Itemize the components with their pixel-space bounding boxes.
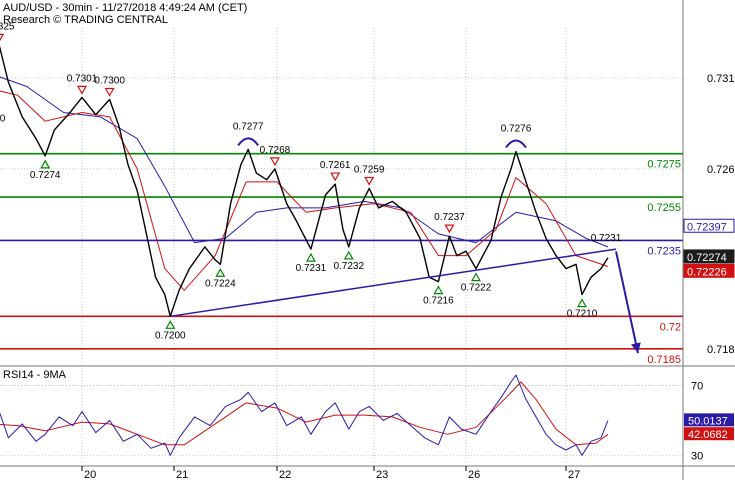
level-label: 0.72 [660,321,681,333]
price-tick-label: 0.7185 [707,344,735,356]
price-tag-label: 0.72397 [687,221,727,233]
level-label: 0.7275 [647,159,681,171]
pivot-labels: 0.73250.73000.73010.73000.72740.72770.72… [0,21,622,341]
trendline [170,248,617,318]
price-tick-label: 0.7268 [707,164,735,176]
forecast-arrow-shaft [615,251,639,354]
pivot-label: 0.7222 [461,283,492,294]
rsi-tag-label: 50.0137 [688,415,728,427]
pivot-label: 0.7200 [155,330,186,341]
fast-moving-average [0,90,609,291]
time-tick-label: 23 [376,469,388,480]
level-label: 0.7255 [647,202,681,214]
pivot-label: 0.7301 [67,73,98,84]
price-tick-label: 0.7310 [707,73,735,85]
double-top-arc [237,137,259,146]
pivot-high-marker [0,33,5,42]
pivot-high-marker [364,176,375,186]
pivot-label: 0.7300 [0,114,6,125]
pivot-low-marker [343,250,354,260]
pivot-high-marker [269,157,280,167]
pivot-label: 0.7268 [260,145,291,156]
rsi-label: RSI14 - 9MA [3,369,67,381]
pivot-label: 0.7210 [567,309,598,320]
time-tick-label: 20 [84,469,96,480]
chart-source: Research © TRADING CENTRAL [3,14,168,26]
price-tag-label: 0.72274 [687,252,727,264]
double-top-arc [505,139,527,149]
rsi-series-group [0,374,609,456]
pivot-low-marker [215,268,226,277]
price-chart: AUD/USD - 30min - 11/27/2018 4:49:24 AM … [0,0,735,480]
pivot-low-marker [576,298,588,308]
slow-moving-average [0,76,609,248]
pivot-label: 0.7276 [501,124,532,135]
pivot-label: 0.7325 [0,21,15,32]
pivot-label: 0.7232 [333,261,364,272]
rsi-ma-line [0,381,609,446]
pivot-label: 0.7231 [591,233,622,244]
pivot-label: 0.7259 [354,164,385,175]
pivot-high-marker [104,87,115,97]
time-tick-label: 27 [568,469,580,480]
time-tick-label: 21 [176,469,188,480]
time-tick-label: 26 [468,469,480,480]
chart-title: AUD/USD - 30min - 11/27/2018 4:49:24 AM … [3,2,247,14]
price-line [0,45,609,317]
level-label: 0.7235 [647,245,681,257]
time-tick-label: 22 [279,469,291,480]
pivot-low-marker [305,252,316,262]
pivot-label: 0.7277 [233,121,264,132]
pivot-label: 0.7261 [320,160,351,171]
trendline-group [170,248,641,354]
pivot-label: 0.7216 [423,296,454,307]
pivot-high-marker [76,85,88,95]
support-resistance-levels: 0.7275 0.7255 0.7235 0.72 0.7185 [0,152,683,366]
rsi-tick-label: 70 [691,380,703,392]
pivot-low-marker [470,272,482,282]
pivot-label: 0.7300 [94,76,125,87]
pivot-high-marker [330,172,341,182]
price-tag-label: 0.72226 [687,266,727,278]
forecast-arrow-head [631,342,641,354]
pivot-high-marker [444,224,455,234]
pivot-low-marker [165,320,176,329]
price-series [0,45,609,317]
rsi-tick-label: 30 [691,450,703,462]
pivot-label: 0.7274 [30,170,61,181]
pivot-low-marker [40,159,51,169]
pivot-low-marker [433,285,444,295]
level-label: 0.7185 [647,354,681,366]
fast-ma-line [0,90,609,291]
pivot-label: 0.7224 [205,278,236,289]
slow-ma-line [0,76,609,248]
rsi-tag-label: 42.0682 [688,429,728,441]
pivot-label: 0.7231 [296,263,327,274]
pivot-label: 0.7237 [434,212,465,223]
